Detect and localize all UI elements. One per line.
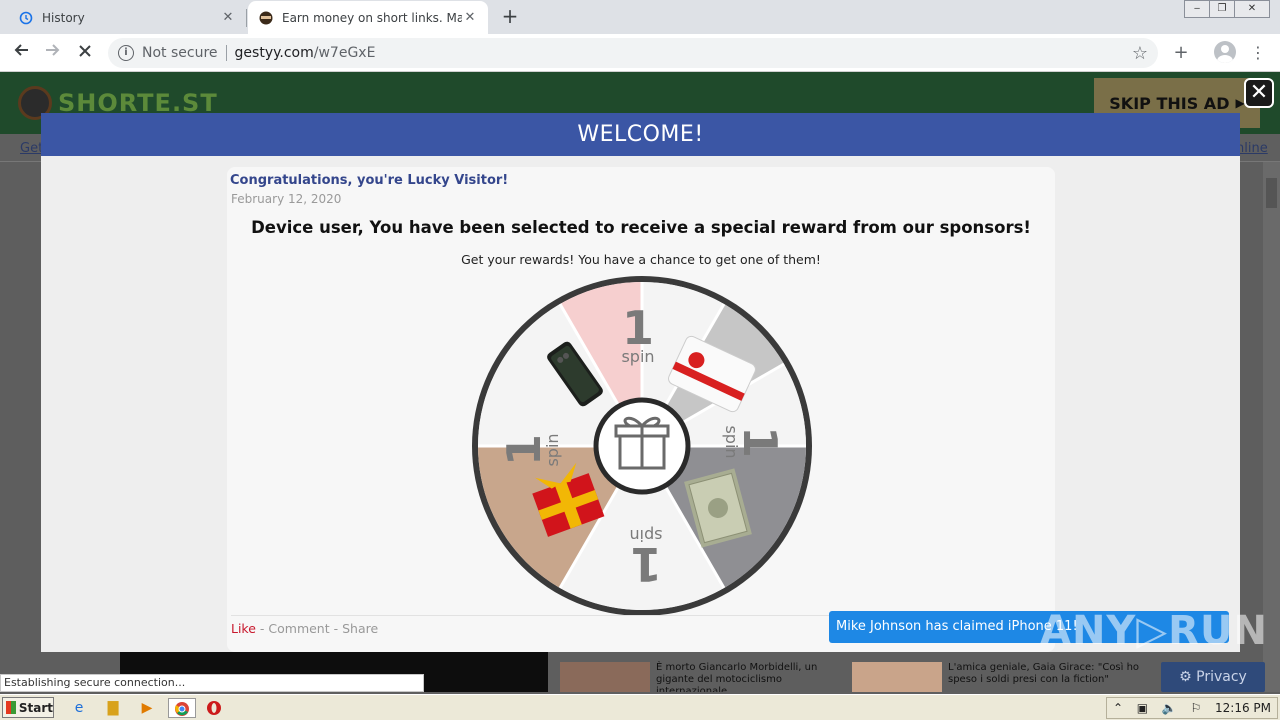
opera-icon[interactable] — [203, 698, 225, 718]
social-separator: - — [255, 621, 269, 636]
news-thumbnail — [560, 662, 650, 692]
new-tab-button[interactable]: + — [498, 5, 522, 29]
volume-icon[interactable]: 🔈 — [1162, 701, 1177, 715]
tab-close-icon[interactable]: ✕ — [462, 10, 478, 25]
spin-label-top: 1 spin — [621, 301, 654, 366]
ie-icon[interactable]: e — [68, 698, 90, 718]
tray-expand-icon[interactable]: ⌃ — [1113, 701, 1123, 715]
spin-label-bottom: 1 spin — [629, 526, 662, 591]
bookmark-star-icon[interactable]: ☆ — [1132, 43, 1148, 64]
spin-label-left: 1 spin — [497, 433, 562, 466]
spin-label-right: 1 spin — [722, 425, 787, 458]
post-title: Congratulations, you're Lucky Visitor! — [230, 173, 509, 188]
omnibox-divider — [225, 45, 227, 61]
modal-header: WELCOME! — [41, 113, 1240, 156]
restore-button[interactable]: ❐ — [1209, 0, 1235, 18]
explorer-folder-icon[interactable]: ▇ — [102, 698, 124, 718]
post-card: Congratulations, you're Lucky Visitor! F… — [227, 167, 1055, 652]
like-link[interactable]: Like — [231, 621, 256, 636]
history-icon — [18, 10, 34, 26]
system-tray: ⌃ ▣ 🔈 ⚐ 12:16 PM — [1106, 697, 1278, 719]
reward-subline: Get your rewards! You have a chance to g… — [461, 252, 821, 267]
news-caption: L'amica geniale, Gaia Girace: "Così ho s… — [948, 662, 1140, 685]
url-path: /w7eGxE — [313, 45, 376, 61]
privacy-button[interactable]: ⚙ Privacy — [1161, 662, 1265, 692]
news-thumbnail — [852, 662, 942, 692]
profile-avatar[interactable] — [1214, 41, 1236, 63]
social-actions: Like - Comment - Share — [231, 621, 378, 636]
tab-strip: History ✕ Earn money on short links. Mak… — [0, 0, 1280, 34]
post-date: February 12, 2020 — [231, 192, 342, 206]
windows-logo-icon — [6, 701, 16, 714]
shortest-favicon-icon — [258, 10, 274, 26]
reward-headline: Device user, You have been selected to r… — [251, 218, 1031, 237]
minimize-button[interactable]: ‒ — [1184, 0, 1210, 18]
tab-title: Earn money on short links. Make sho — [282, 10, 462, 25]
prize-wheel[interactable]: 1 spin 1 spin 1 spin 1 spin — [470, 274, 814, 618]
back-arrow-icon[interactable] — [8, 40, 34, 66]
anyrun-watermark: ANY▷RUN — [1040, 608, 1268, 654]
tab-shortest[interactable]: Earn money on short links. Make sho ✕ — [248, 1, 488, 34]
forward-arrow-icon[interactable] — [40, 40, 66, 66]
news-item[interactable]: L'amica geniale, Gaia Girace: "Così ho s… — [852, 662, 1143, 692]
info-icon[interactable]: i — [118, 45, 134, 61]
news-item[interactable]: È morto Giancarlo Morbidelli, un gigante… — [560, 662, 851, 692]
spin-text: spin — [621, 347, 654, 366]
tab-history[interactable]: History ✕ — [8, 1, 246, 34]
status-bar: Establishing secure connection... — [0, 674, 424, 692]
close-window-button[interactable]: ✕ — [1234, 0, 1270, 18]
security-label: Not secure — [142, 45, 218, 61]
address-bar[interactable]: i Not secure gestyy.com /w7eGxE ☆ — [108, 38, 1158, 68]
spin-text: spin — [543, 433, 562, 466]
tab-close-icon[interactable]: ✕ — [220, 10, 236, 25]
tab-title: History — [42, 10, 85, 25]
taskbar: Start e ▇ ▶ ⌃ ▣ 🔈 ⚐ 12:16 PM — [0, 694, 1280, 720]
start-label: Start — [18, 700, 53, 715]
chrome-icon[interactable] — [168, 698, 196, 718]
start-button[interactable]: Start — [2, 697, 54, 718]
extension-plus-icon[interactable]: + — [1168, 40, 1194, 66]
browser-toolbar: i Not secure gestyy.com /w7eGxE ☆ + ⋮ — [0, 34, 1280, 72]
media-player-icon[interactable]: ▶ — [136, 698, 158, 718]
menu-kebab-icon[interactable]: ⋮ — [1245, 40, 1271, 66]
spin-text: spin — [629, 526, 662, 545]
comment-link[interactable]: Comment — [268, 621, 329, 636]
clock[interactable]: 12:16 PM — [1215, 701, 1271, 715]
tab-divider — [246, 9, 247, 27]
share-link[interactable]: Share — [342, 621, 378, 636]
social-separator: - — [329, 621, 343, 636]
nav-link-right[interactable]: nline — [1236, 141, 1268, 156]
url-host: gestyy.com — [234, 45, 314, 61]
overlay-close-button[interactable]: ✕ — [1244, 78, 1274, 108]
stop-loading-icon[interactable] — [72, 40, 98, 66]
spin-text: spin — [722, 425, 741, 458]
news-caption: È morto Giancarlo Morbidelli, un gigante… — [656, 662, 818, 692]
reward-modal: WELCOME! Congratulations, you're Lucky V… — [41, 113, 1240, 652]
flag-icon[interactable]: ⚐ — [1191, 701, 1202, 715]
skip-ad-label: SKIP THIS AD — [1109, 93, 1230, 113]
scrollbar-thumb[interactable] — [1266, 178, 1277, 208]
network-icon[interactable]: ▣ — [1137, 701, 1148, 715]
nav-link-left[interactable]: Get — [20, 141, 43, 156]
